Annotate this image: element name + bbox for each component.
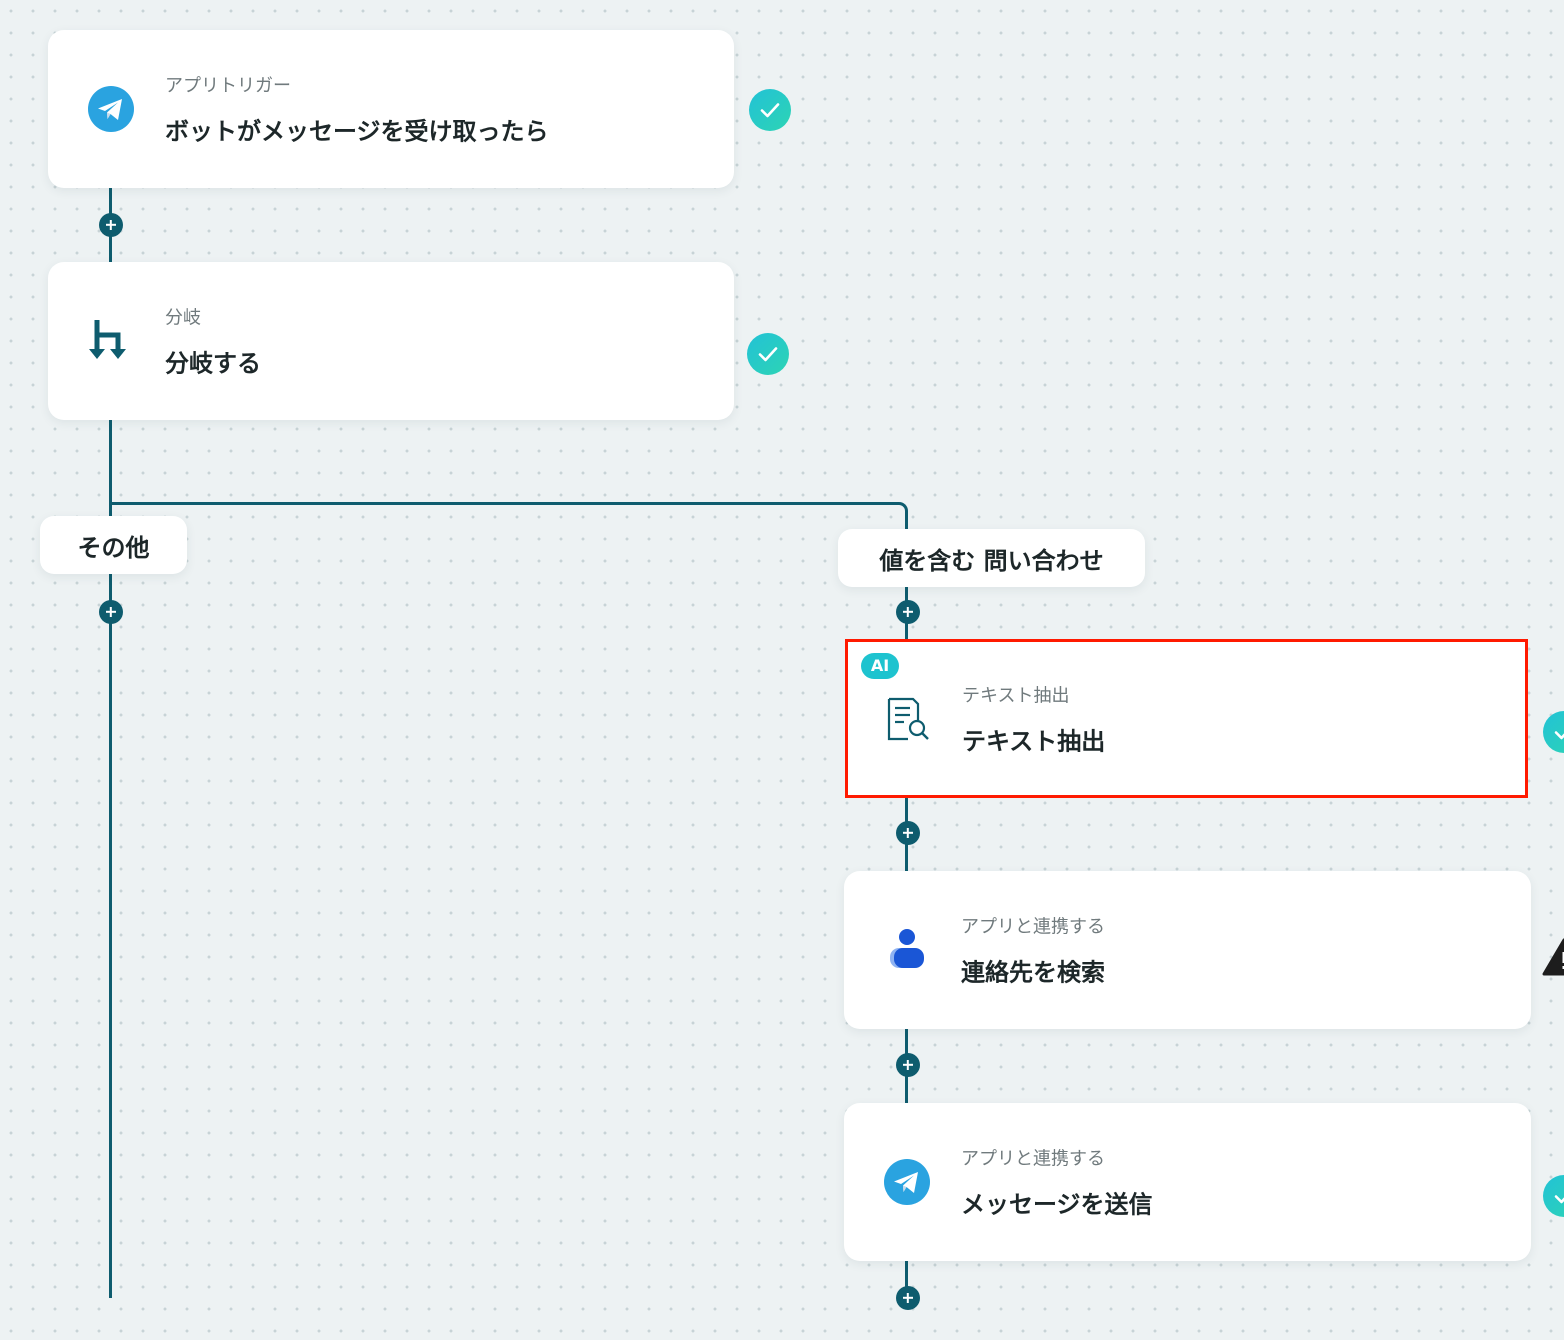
status-complete-icon (747, 333, 789, 375)
add-step-button[interactable] (896, 1053, 920, 1077)
add-step-button[interactable] (896, 600, 920, 624)
branch-label-contains[interactable]: 値を含む 問い合わせ (838, 529, 1145, 587)
flow-step-text-extract[interactable]: AI テキスト抽出 テキスト抽出 (845, 639, 1528, 798)
status-complete-icon (1543, 1175, 1564, 1217)
step-title: 分岐する (165, 349, 261, 378)
step-title: 連絡先を検索 (961, 958, 1105, 987)
branch-icon (88, 318, 134, 364)
add-step-button[interactable] (896, 821, 920, 845)
branch-connector-corner (884, 502, 908, 526)
step-title: ボットがメッセージを受け取ったら (165, 117, 549, 146)
connector-line (905, 1258, 908, 1288)
add-step-button[interactable] (99, 213, 123, 237)
telegram-icon (884, 1159, 930, 1205)
step-category: アプリトリガー (165, 75, 291, 97)
step-title: メッセージを送信 (961, 1190, 1153, 1219)
contact-person-icon (884, 927, 930, 973)
step-category: アプリと連携する (961, 1148, 1105, 1170)
flow-step-search-contact[interactable]: アプリと連携する 連絡先を検索 (844, 871, 1531, 1029)
branch-label-other[interactable]: その他 (40, 516, 187, 574)
status-complete-icon (749, 89, 791, 131)
branch-connector (109, 502, 887, 505)
text-extract-icon (884, 696, 930, 742)
flow-step-branch[interactable]: 分岐 分岐する (48, 262, 734, 420)
flow-step-trigger[interactable]: アプリトリガー ボットがメッセージを受け取ったら (48, 30, 734, 188)
warning-icon (1542, 938, 1564, 978)
add-step-button[interactable] (896, 1286, 920, 1310)
flow-step-send-message[interactable]: アプリと連携する メッセージを送信 (844, 1103, 1531, 1261)
status-complete-icon (1543, 711, 1564, 753)
step-title: テキスト抽出 (962, 727, 1106, 755)
telegram-icon (88, 86, 134, 132)
ai-badge: AI (861, 653, 899, 679)
step-category: テキスト抽出 (962, 685, 1070, 706)
step-category: 分岐 (165, 307, 201, 329)
step-category: アプリと連携する (961, 916, 1105, 938)
add-step-button[interactable] (99, 600, 123, 624)
